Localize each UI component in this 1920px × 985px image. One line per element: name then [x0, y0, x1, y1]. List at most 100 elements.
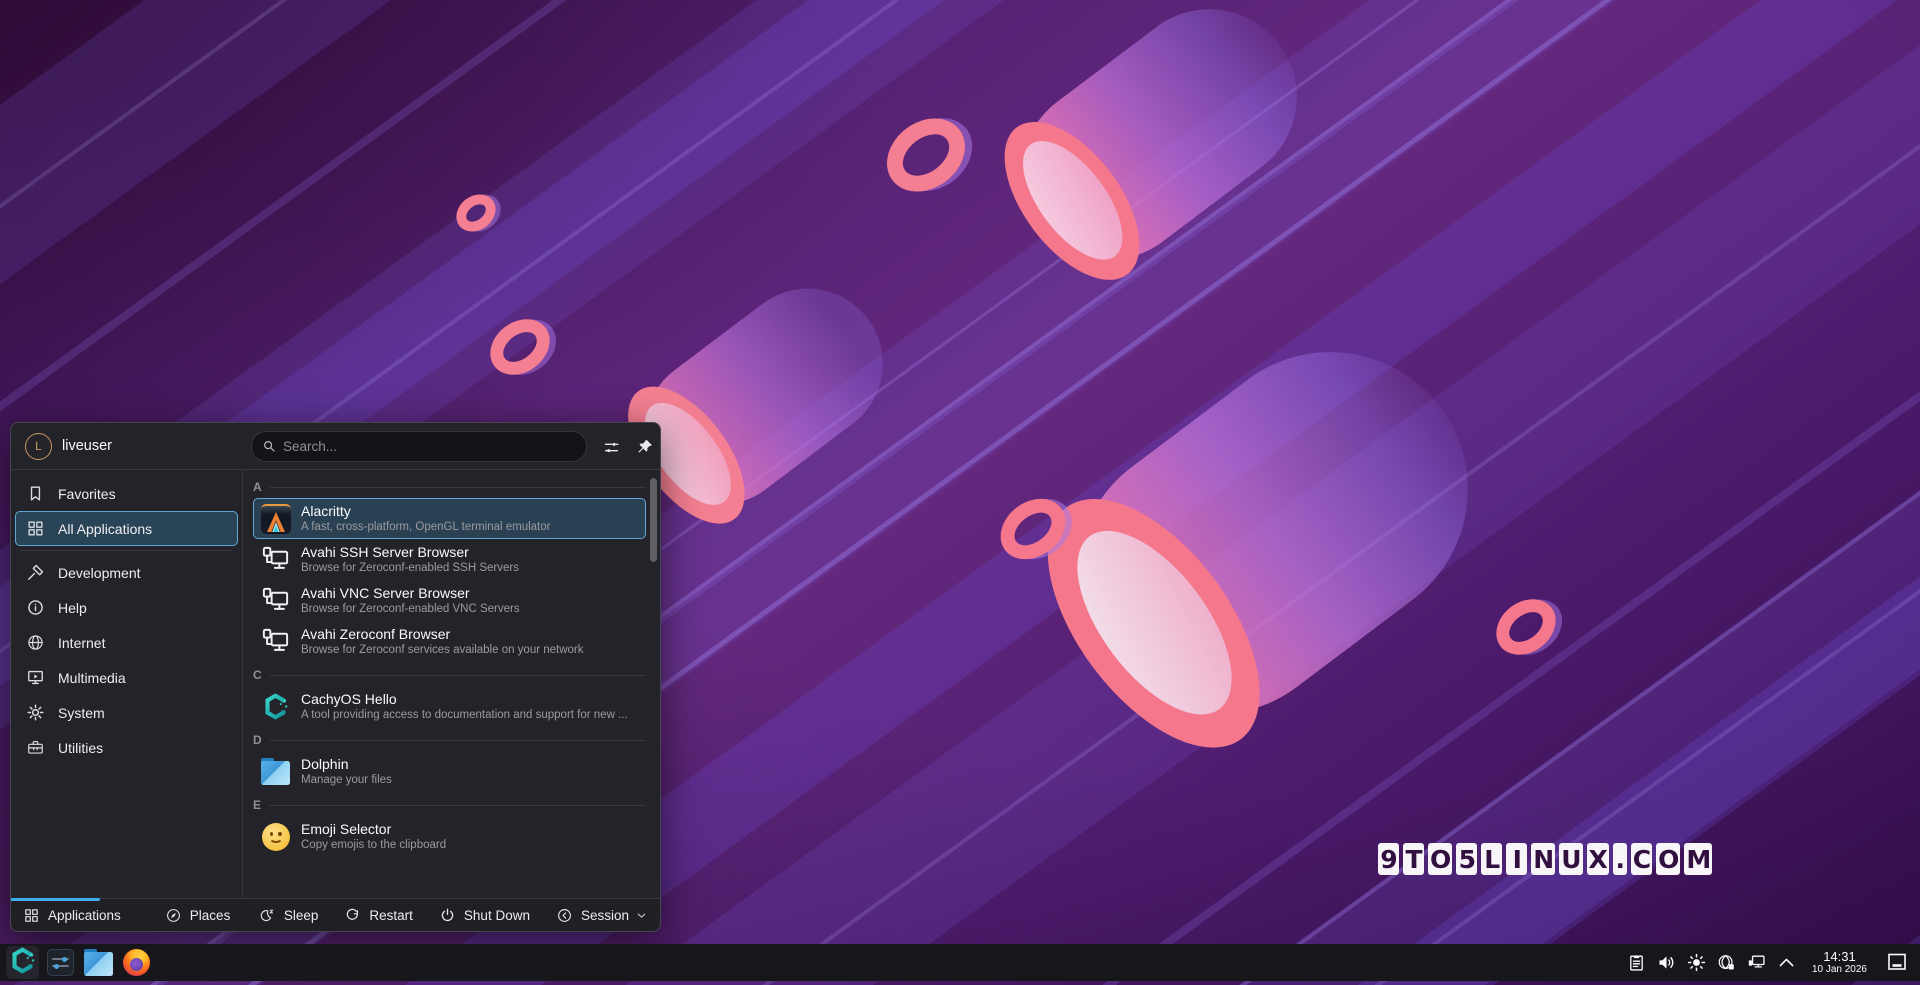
digital-clock[interactable]: 14:31 10 Jan 2026: [1812, 950, 1867, 975]
alacritty-app-icon: [260, 503, 291, 534]
sidebar-item-development[interactable]: Development: [15, 555, 238, 590]
dolphin-file-manager-button[interactable]: [82, 946, 115, 979]
sidebar: Favorites All Applications Development Help…: [11, 470, 243, 898]
app-item-avahi-vnc-server-browser[interactable]: Avahi VNC Server Browser Browse for Zero…: [253, 580, 646, 621]
app-name: Dolphin: [301, 756, 392, 773]
clock-date: 10 Jan 2026: [1812, 964, 1867, 975]
watermark-tile: L: [1481, 843, 1502, 875]
watermark-tile: M: [1684, 843, 1712, 875]
app-description: Manage your files: [301, 773, 392, 787]
section-divider: [270, 487, 646, 488]
scrollbar-thumb[interactable]: [650, 478, 657, 562]
avahi-app-icon: [260, 544, 291, 575]
section-header-a: A: [253, 476, 646, 498]
volume-icon[interactable]: [1656, 952, 1677, 973]
menu-header: L liveuser: [11, 423, 660, 470]
app-item-cachyos-hello[interactable]: CachyOS Hello A tool providing access to…: [253, 686, 646, 727]
tab-label: Places: [190, 908, 231, 923]
sidebar-item-label: Development: [58, 565, 141, 581]
show-desktop-button[interactable]: [1884, 950, 1910, 974]
sidebar-item-favorites[interactable]: Favorites: [15, 476, 238, 511]
settings-tile-icon: [47, 949, 74, 976]
firefox-button[interactable]: [120, 946, 153, 979]
action-label: Sleep: [284, 908, 319, 923]
watermark-tile: 9: [1378, 843, 1399, 875]
grid-icon: [26, 519, 45, 538]
watermark-tile: N: [1531, 843, 1555, 875]
system-tray: 14:31 10 Jan 2026: [1626, 950, 1914, 975]
sleep-button[interactable]: Sleep: [259, 907, 319, 924]
app-name: Alacritty: [301, 503, 550, 520]
app-item-alacritty[interactable]: Alacritty A fast, cross-platform, OpenGL…: [253, 498, 646, 539]
multimedia-icon: [26, 668, 45, 687]
toolbox-icon: [26, 738, 45, 757]
app-item-dolphin[interactable]: Dolphin Manage your files: [253, 751, 646, 792]
action-label: Restart: [369, 908, 413, 923]
app-description: Browse for Zeroconf-enabled VNC Servers: [301, 602, 520, 616]
taskbar-panel: 14:31 10 Jan 2026: [0, 944, 1920, 981]
dolphin-icon: [84, 949, 113, 976]
tab-label: Applications: [48, 908, 121, 923]
watermark-9to5linux: 9TO5LINUX.COM: [1378, 843, 1712, 875]
chevron-down-icon: [635, 909, 648, 922]
section-letter: A: [253, 480, 262, 494]
app-item-emoji-selector[interactable]: Emoji Selector Copy emojis to the clipbo…: [253, 816, 646, 857]
pin-icon[interactable]: [631, 433, 659, 461]
kickoff-menu: L liveuser Favorites All Applications Deve…: [10, 422, 661, 932]
tray-expand-icon[interactable]: [1776, 952, 1797, 973]
section-divider: [270, 740, 646, 741]
section-letter: D: [253, 733, 262, 747]
app-description: Browse for Zeroconf-enabled SSH Servers: [301, 561, 519, 575]
sidebar-item-label: Favorites: [58, 486, 116, 502]
user-avatar[interactable]: L: [25, 433, 52, 460]
tray-icons: [1626, 952, 1797, 973]
app-name: Avahi SSH Server Browser: [301, 544, 519, 561]
app-item-avahi-zeroconf-browser[interactable]: Avahi Zeroconf Browser Browse for Zeroco…: [253, 621, 646, 662]
app-name: CachyOS Hello: [301, 691, 628, 708]
session-icon: [556, 907, 573, 924]
sidebar-item-utilities[interactable]: Utilities: [15, 730, 238, 765]
settings-button[interactable]: [44, 946, 77, 979]
app-list: A Alacritty A fast, cross-platform, Open…: [243, 470, 660, 898]
clipboard-icon[interactable]: [1626, 952, 1647, 973]
avatar-letter: L: [35, 439, 42, 453]
sidebar-item-label: Utilities: [58, 740, 103, 756]
cachyos-app-icon: [260, 691, 291, 722]
section-header-d: D: [253, 729, 646, 751]
network-icon[interactable]: [1716, 952, 1737, 973]
sidebar-item-label: All Applications: [58, 521, 152, 537]
app-name: Emoji Selector: [301, 821, 446, 838]
restart-button[interactable]: Restart: [344, 907, 413, 924]
session-button[interactable]: Session: [556, 907, 648, 924]
sidebar-item-multimedia[interactable]: Multimedia: [15, 660, 238, 695]
sidebar-item-system[interactable]: System: [15, 695, 238, 730]
application-launcher-button[interactable]: [6, 946, 39, 979]
gear-icon: [26, 703, 45, 722]
info-icon: [26, 598, 45, 617]
grid-icon: [23, 907, 40, 924]
sidebar-item-help[interactable]: Help: [15, 590, 238, 625]
sidebar-divider: [21, 550, 232, 551]
search-input[interactable]: [283, 439, 576, 454]
app-description: Copy emojis to the clipboard: [301, 838, 446, 852]
search-box[interactable]: [251, 431, 587, 462]
action-label: Session: [581, 908, 629, 923]
configure-icon[interactable]: [597, 433, 625, 461]
app-description: A fast, cross-platform, OpenGL terminal …: [301, 520, 550, 534]
sidebar-item-all-applications[interactable]: All Applications: [15, 511, 238, 546]
app-item-avahi-ssh-server-browser[interactable]: Avahi SSH Server Browser Browse for Zero…: [253, 539, 646, 580]
tab-applications[interactable]: Applications: [23, 907, 121, 924]
active-tab-indicator: [11, 898, 100, 901]
sidebar-item-internet[interactable]: Internet: [15, 625, 238, 660]
section-header-e: E: [253, 794, 646, 816]
brightness-icon[interactable]: [1686, 952, 1707, 973]
bookmark-icon: [26, 484, 45, 503]
sidebar-item-label: Multimedia: [58, 670, 126, 686]
search-icon: [262, 439, 276, 454]
footer-actions: Sleep Restart Shut Down Session: [259, 907, 648, 924]
display-icon[interactable]: [1746, 952, 1767, 973]
shut-down-button[interactable]: Shut Down: [439, 907, 530, 924]
tab-places[interactable]: Places: [165, 907, 231, 924]
sleep-icon: [259, 907, 276, 924]
section-divider: [270, 675, 646, 676]
